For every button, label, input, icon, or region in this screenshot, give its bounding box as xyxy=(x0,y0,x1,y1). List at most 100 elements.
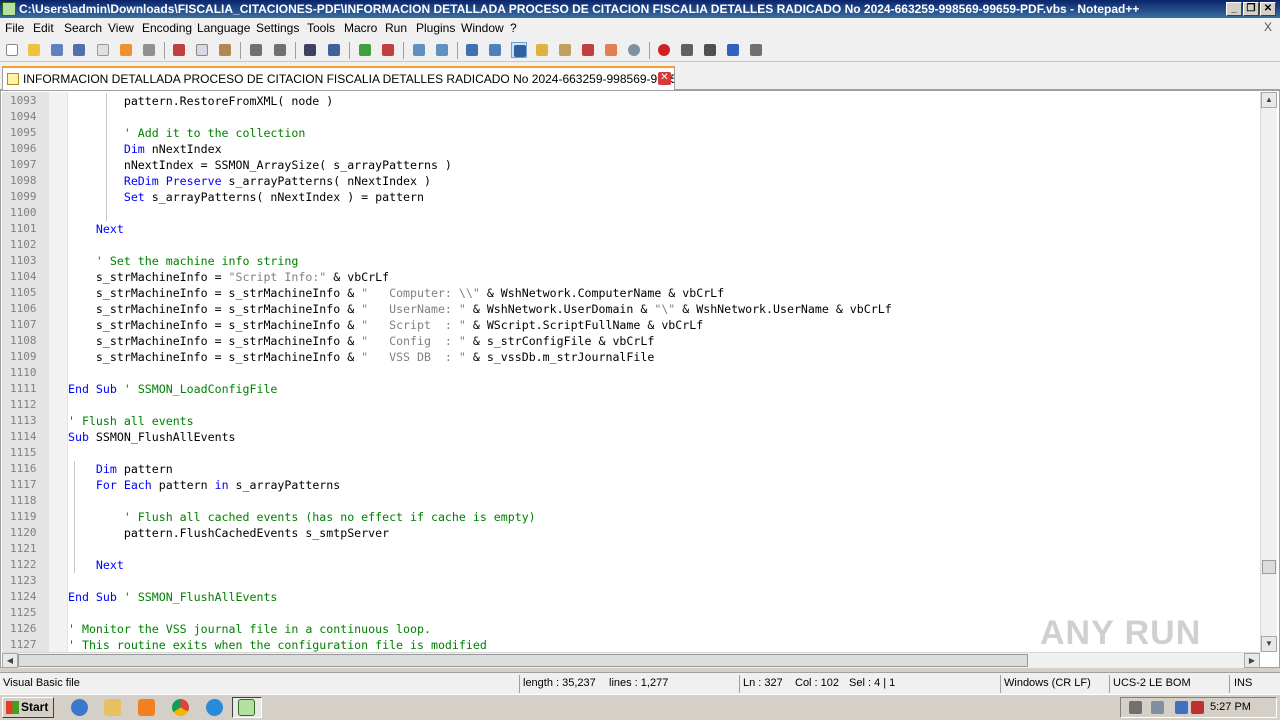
notepadpp-app-icon[interactable] xyxy=(2,2,16,16)
menu-view[interactable]: View xyxy=(108,21,134,35)
code-line[interactable]: ' Monitor the VSS journal file in a cont… xyxy=(68,621,431,637)
fold-margin[interactable] xyxy=(49,92,67,652)
chrome-icon[interactable] xyxy=(172,699,189,716)
redo-icon[interactable] xyxy=(272,42,288,58)
code-line[interactable]: ' This routine exits when the configurat… xyxy=(68,637,487,652)
close-document-x[interactable]: X xyxy=(1264,20,1272,34)
save-all-icon[interactable] xyxy=(71,42,87,58)
code-line[interactable]: s_strMachineInfo = s_strMachineInfo & " … xyxy=(68,349,654,365)
open-file-icon[interactable] xyxy=(26,42,42,58)
code-line[interactable]: ReDim Preserve s_arrayPatterns( nNextInd… xyxy=(68,173,431,189)
menu-language[interactable]: Language xyxy=(197,21,250,35)
start-button[interactable]: Start xyxy=(2,697,54,718)
code-line[interactable]: End Sub ' SSMON_FlushAllEvents xyxy=(68,589,277,605)
scroll-up-icon[interactable]: ▲ xyxy=(1261,92,1277,108)
code-line[interactable]: Next xyxy=(68,557,124,573)
code-line[interactable]: ' Set the machine info string xyxy=(68,253,298,269)
play-macro-icon[interactable] xyxy=(702,42,718,58)
zoom-in-icon[interactable] xyxy=(357,42,373,58)
tray-alert-icon[interactable] xyxy=(1191,701,1204,714)
menu-settings[interactable]: Settings xyxy=(256,21,299,35)
code-line[interactable]: Sub SSMON_FlushAllEvents xyxy=(68,429,236,445)
close-all-icon[interactable] xyxy=(118,42,134,58)
code-line[interactable]: ' Flush all cached events (has no effect… xyxy=(68,509,536,525)
internet-explorer-icon[interactable] xyxy=(71,699,88,716)
monitoring-icon[interactable] xyxy=(626,42,642,58)
vertical-scroll-thumb[interactable] xyxy=(1262,560,1276,574)
network-icon[interactable] xyxy=(1151,701,1164,714)
menu-file[interactable]: File xyxy=(5,21,24,35)
folder-workspace-icon[interactable] xyxy=(603,42,619,58)
replace-icon[interactable] xyxy=(326,42,342,58)
code-line[interactable]: End Sub ' SSMON_LoadConfigFile xyxy=(68,381,277,397)
menu-edit[interactable]: Edit xyxy=(33,21,54,35)
user-language-icon[interactable] xyxy=(534,42,550,58)
vertical-scrollbar[interactable]: ▲ ▼ xyxy=(1260,92,1277,652)
record-macro-icon[interactable] xyxy=(656,42,672,58)
undo-icon[interactable] xyxy=(248,42,264,58)
notepadpp-icon xyxy=(238,699,255,716)
indent-guide-icon[interactable] xyxy=(511,42,527,58)
show-all-chars-icon[interactable] xyxy=(487,42,503,58)
tray-app-icon[interactable] xyxy=(1175,701,1188,714)
code-line[interactable]: s_strMachineInfo = "Script Info:" & vbCr… xyxy=(68,269,389,285)
code-line[interactable]: For Each pattern in s_arrayPatterns xyxy=(68,477,340,493)
code-line[interactable]: Set s_arrayPatterns( nNextIndex ) = patt… xyxy=(68,189,424,205)
code-line[interactable]: Dim nNextIndex xyxy=(68,141,222,157)
sync-horizontal-icon[interactable] xyxy=(434,42,450,58)
notepadpp-taskbar-button[interactable] xyxy=(232,697,262,718)
menu-macro[interactable]: Macro xyxy=(344,21,377,35)
function-list-icon[interactable] xyxy=(580,42,596,58)
document-tab[interactable]: INFORMACION DETALLADA PROCESO DE CITACIO… xyxy=(2,66,675,90)
paste-icon[interactable] xyxy=(217,42,233,58)
new-file-icon[interactable] xyxy=(4,42,20,58)
code-line[interactable]: s_strMachineInfo = s_strMachineInfo & " … xyxy=(68,333,654,349)
horizontal-scrollbar[interactable]: ◀ ▶ xyxy=(2,652,1260,668)
code-line[interactable]: s_strMachineInfo = s_strMachineInfo & " … xyxy=(68,301,892,317)
menu-run[interactable]: Run xyxy=(385,21,407,35)
save-macro-icon[interactable] xyxy=(748,42,764,58)
doc-map-icon[interactable] xyxy=(557,42,573,58)
word-wrap-icon[interactable] xyxy=(464,42,480,58)
edge-icon[interactable] xyxy=(206,699,223,716)
code-line[interactable]: ' Add it to the collection xyxy=(68,125,306,141)
close-button[interactable]: ✕ xyxy=(1260,2,1276,16)
save-icon[interactable] xyxy=(49,42,65,58)
tab-close-icon[interactable]: ✕ xyxy=(658,72,671,85)
code-line[interactable]: pattern.FlushCachedEvents s_smtpServer xyxy=(68,525,389,541)
menu-search[interactable]: Search xyxy=(64,21,102,35)
run-multiple-macro-icon[interactable] xyxy=(725,42,741,58)
zoom-out-icon[interactable] xyxy=(380,42,396,58)
line-number: 1122 xyxy=(10,558,37,571)
menu-help[interactable]: ? xyxy=(510,21,517,35)
scroll-down-icon[interactable]: ▼ xyxy=(1261,636,1277,652)
code-line[interactable]: ' Flush all events xyxy=(68,413,194,429)
menu-encoding[interactable]: Encoding xyxy=(142,21,192,35)
scroll-right-icon[interactable]: ▶ xyxy=(1244,653,1260,668)
menu-tools[interactable]: Tools xyxy=(307,21,335,35)
stop-macro-icon[interactable] xyxy=(679,42,695,58)
volume-icon[interactable] xyxy=(1129,701,1142,714)
code-line[interactable]: Next xyxy=(68,221,124,237)
media-player-icon[interactable] xyxy=(138,699,155,716)
code-line[interactable]: nNextIndex = SSMON_ArraySize( s_arrayPat… xyxy=(68,157,452,173)
scroll-left-icon[interactable]: ◀ xyxy=(2,653,18,668)
menu-plugins[interactable]: Plugins xyxy=(416,21,455,35)
close-icon[interactable] xyxy=(95,42,111,58)
code-line[interactable]: pattern.RestoreFromXML( node ) xyxy=(68,93,333,109)
menu-window[interactable]: Window xyxy=(461,21,504,35)
explorer-folder-icon[interactable] xyxy=(104,699,121,716)
copy-icon[interactable] xyxy=(194,42,210,58)
code-line[interactable]: Dim pattern xyxy=(68,461,173,477)
code-line[interactable]: s_strMachineInfo = s_strMachineInfo & " … xyxy=(68,317,703,333)
code-line[interactable]: s_strMachineInfo = s_strMachineInfo & " … xyxy=(68,285,724,301)
code-area[interactable]: pattern.RestoreFromXML( node ) ' Add it … xyxy=(68,92,1259,652)
horizontal-scroll-thumb[interactable] xyxy=(18,654,1028,667)
restore-button[interactable]: ❐ xyxy=(1243,2,1259,16)
print-icon[interactable] xyxy=(141,42,157,58)
find-icon[interactable] xyxy=(302,42,318,58)
editor-pane[interactable]: 1093 1094 1095 1096 1097 1098 1099 1100 1101 1102… xyxy=(0,90,1280,668)
minimize-button[interactable]: _ xyxy=(1226,2,1242,16)
cut-icon[interactable] xyxy=(171,42,187,58)
sync-vertical-icon[interactable] xyxy=(411,42,427,58)
